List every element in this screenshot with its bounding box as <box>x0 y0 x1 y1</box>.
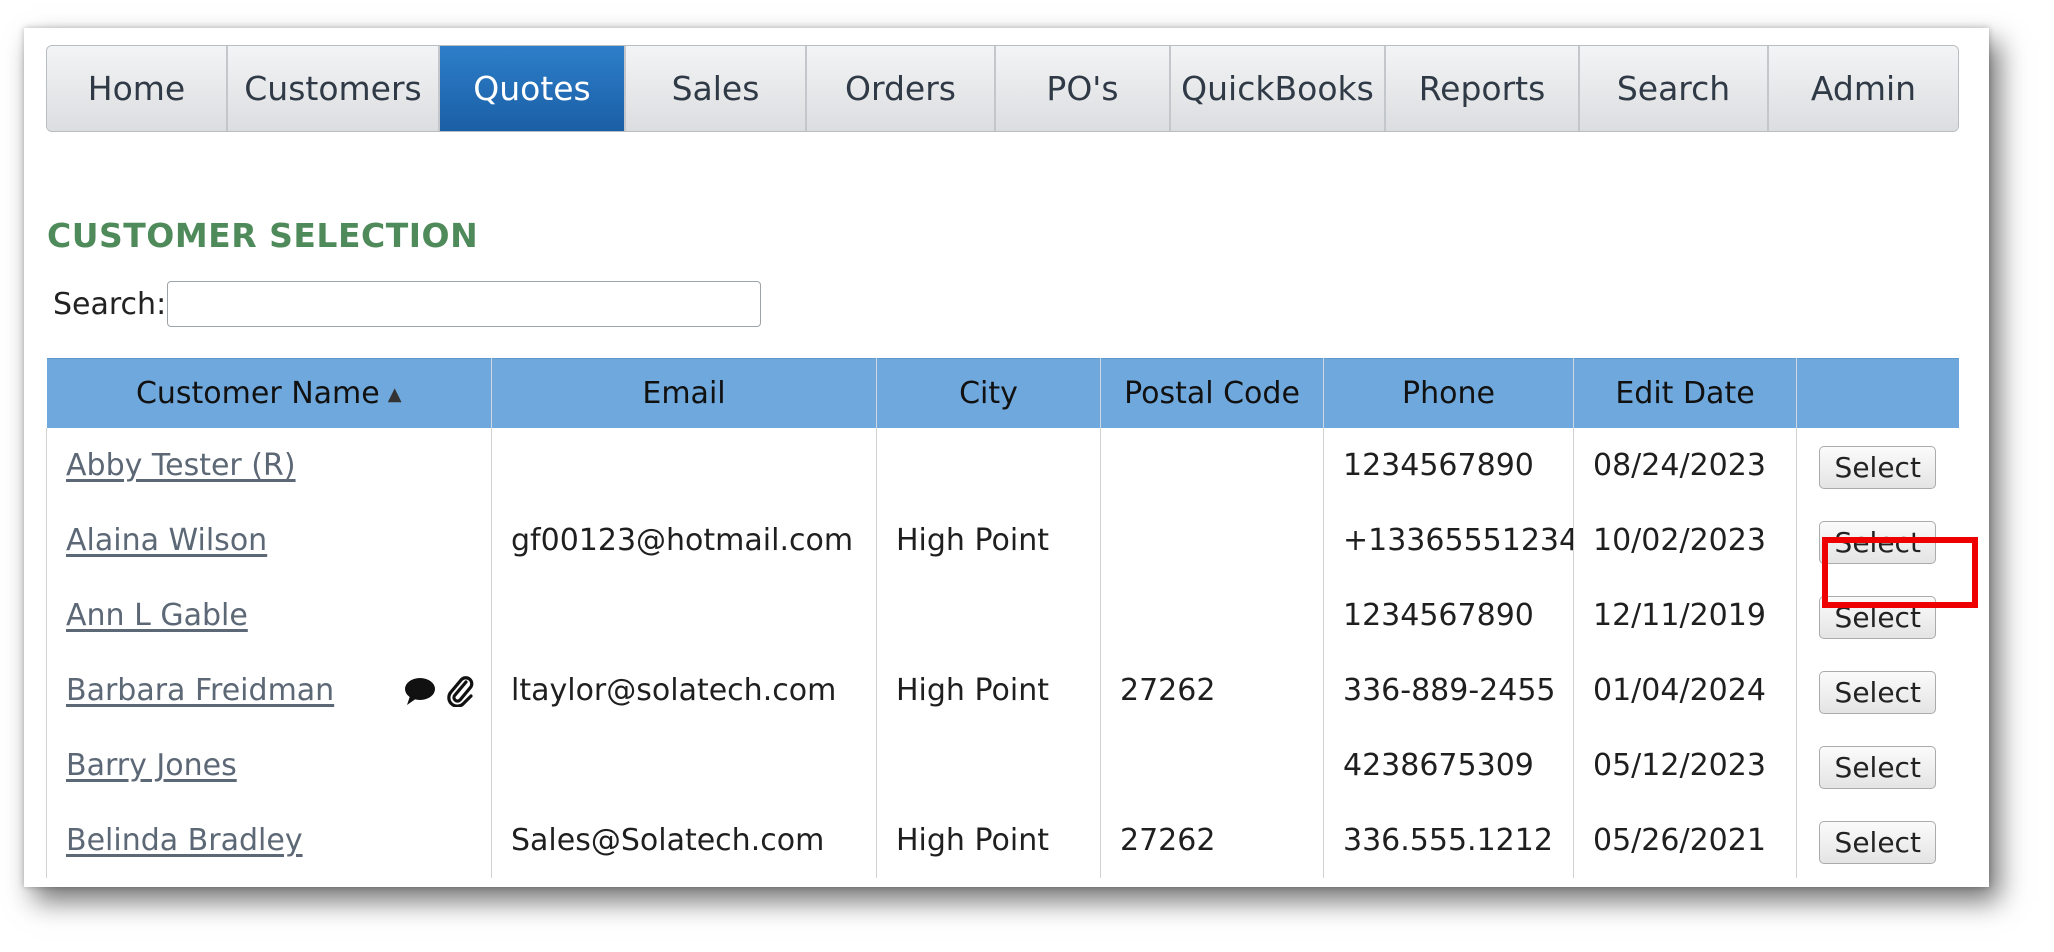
customer-name-link[interactable]: Barry Jones <box>66 748 237 783</box>
action-cell: Select <box>1797 503 1959 578</box>
select-button[interactable]: Select <box>1819 521 1937 564</box>
postal-code-cell: 27262 <box>1100 803 1324 878</box>
table-row: Barbara Freidman ltaylor@solatech.com Hi… <box>46 653 1959 728</box>
column-header-postal-code[interactable]: Postal Code <box>1100 358 1324 428</box>
phone-cell: 336.555.1212 <box>1323 803 1574 878</box>
phone-cell: +13365551234 <box>1323 503 1574 578</box>
phone-cell: 1234567890 <box>1323 428 1574 503</box>
edit-date-cell: 05/12/2023 <box>1573 728 1797 803</box>
nav-sales[interactable]: Sales <box>626 46 807 131</box>
table-row: Abby Tester (R) 1234567890 08/24/2023 Se… <box>46 428 1959 503</box>
nav-search[interactable]: Search <box>1580 46 1769 131</box>
postal-code-cell <box>1100 578 1324 653</box>
edit-date-cell: 08/24/2023 <box>1573 428 1797 503</box>
table-row: Belinda Bradley Sales@Solatech.com High … <box>46 803 1959 878</box>
city-cell <box>876 578 1101 653</box>
table-row: Ann L Gable 1234567890 12/11/2019 Select <box>46 578 1959 653</box>
city-cell <box>876 728 1101 803</box>
action-cell: Select <box>1797 653 1959 728</box>
customer-name-cell: Barbara Freidman <box>46 653 492 728</box>
customer-name-link[interactable]: Belinda Bradley <box>66 823 303 858</box>
customer-name-link[interactable]: Barbara Freidman <box>66 673 334 708</box>
paperclip-icon[interactable] <box>447 675 475 707</box>
column-header-action <box>1796 358 1959 428</box>
nav-home[interactable]: Home <box>47 46 228 131</box>
city-cell: High Point <box>876 803 1101 878</box>
email-cell: Sales@Solatech.com <box>491 803 877 878</box>
select-button[interactable]: Select <box>1819 446 1937 489</box>
customer-name-cell: Barry Jones <box>46 728 492 803</box>
action-cell: Select <box>1797 578 1959 653</box>
email-cell <box>491 728 877 803</box>
column-header-customer-name[interactable]: Customer Name ▲ <box>46 358 492 428</box>
page-title: CUSTOMER SELECTION <box>47 216 479 255</box>
column-header-edit-date[interactable]: Edit Date <box>1573 358 1797 428</box>
nav-quotes[interactable]: Quotes <box>440 46 626 131</box>
search-input[interactable] <box>167 281 761 327</box>
customer-name-cell: Ann L Gable <box>46 578 492 653</box>
search-label: Search: <box>53 287 167 322</box>
nav-quickbooks[interactable]: QuickBooks <box>1171 46 1386 131</box>
city-cell: High Point <box>876 503 1101 578</box>
column-header-email[interactable]: Email <box>491 358 877 428</box>
edit-date-cell: 01/04/2024 <box>1573 653 1797 728</box>
customer-name-link[interactable]: Ann L Gable <box>66 598 248 633</box>
postal-code-cell: 27262 <box>1100 653 1324 728</box>
customer-name-cell: Abby Tester (R) <box>46 428 492 503</box>
action-cell: Select <box>1797 728 1959 803</box>
city-cell: High Point <box>876 653 1101 728</box>
phone-cell: 4238675309 <box>1323 728 1574 803</box>
postal-code-cell <box>1100 428 1324 503</box>
nav-pos[interactable]: PO's <box>996 46 1171 131</box>
sort-ascending-icon: ▲ <box>387 384 402 405</box>
city-cell <box>876 428 1101 503</box>
edit-date-cell: 05/26/2021 <box>1573 803 1797 878</box>
action-cell: Select <box>1797 803 1959 878</box>
customer-table: Customer Name ▲ Email City Postal Code Ph… <box>46 358 1959 878</box>
column-header-phone[interactable]: Phone <box>1323 358 1574 428</box>
customer-name-link[interactable]: Abby Tester (R) <box>66 448 296 483</box>
phone-cell: 336-889-2455 <box>1323 653 1574 728</box>
email-cell <box>491 578 877 653</box>
customer-name-cell: Belinda Bradley <box>46 803 492 878</box>
main-nav: Home Customers Quotes Sales Orders PO's … <box>46 45 1959 132</box>
row-icons <box>403 675 475 707</box>
select-button[interactable]: Select <box>1819 821 1937 864</box>
column-header-city[interactable]: City <box>876 358 1101 428</box>
email-cell: ltaylor@solatech.com <box>491 653 877 728</box>
action-cell: Select <box>1797 428 1959 503</box>
email-cell <box>491 428 877 503</box>
table-row: Alaina Wilson gf00123@hotmail.com High P… <box>46 503 1959 578</box>
postal-code-cell <box>1100 503 1324 578</box>
nav-orders[interactable]: Orders <box>807 46 996 131</box>
select-button[interactable]: Select <box>1819 596 1937 639</box>
table-header-row: Customer Name ▲ Email City Postal Code Ph… <box>46 358 1959 428</box>
select-button[interactable]: Select <box>1819 671 1937 714</box>
phone-cell: 1234567890 <box>1323 578 1574 653</box>
select-button[interactable]: Select <box>1819 746 1937 789</box>
app-window: Home Customers Quotes Sales Orders PO's … <box>24 28 1989 887</box>
customer-name-cell: Alaina Wilson <box>46 503 492 578</box>
nav-customers[interactable]: Customers <box>228 46 440 131</box>
edit-date-cell: 10/02/2023 <box>1573 503 1797 578</box>
postal-code-cell <box>1100 728 1324 803</box>
nav-admin[interactable]: Admin <box>1769 46 1958 131</box>
edit-date-cell: 12/11/2019 <box>1573 578 1797 653</box>
customer-name-link[interactable]: Alaina Wilson <box>66 523 267 558</box>
email-cell: gf00123@hotmail.com <box>491 503 877 578</box>
table-row: Barry Jones 4238675309 05/12/2023 Select <box>46 728 1959 803</box>
nav-reports[interactable]: Reports <box>1386 46 1580 131</box>
comment-icon[interactable] <box>403 676 437 706</box>
